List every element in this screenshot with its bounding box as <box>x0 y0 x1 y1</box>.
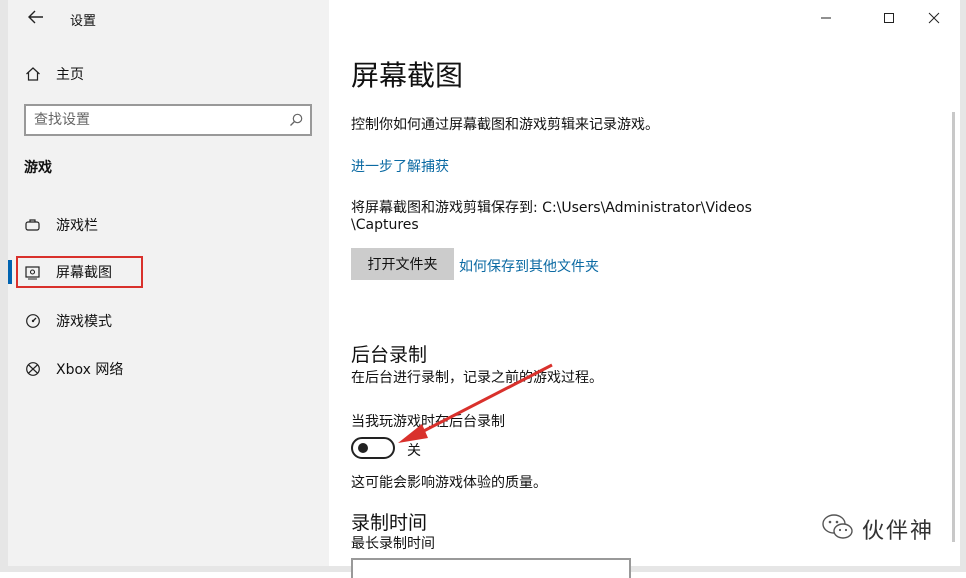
sidebar-item-game-bar[interactable]: 游戏栏 <box>8 205 329 245</box>
sidebar: 设置 主页 游戏 游戏栏 屏幕截图 游戏模式 Xb <box>8 0 329 566</box>
app-title: 设置 <box>70 14 97 29</box>
search-input[interactable] <box>34 110 274 130</box>
page-description: 控制你如何通过屏幕截图和游戏剪辑来记录游戏。 <box>351 117 659 133</box>
sidebar-item-home[interactable]: 主页 <box>8 54 329 94</box>
toggle-state-label: 关 <box>407 443 421 459</box>
sidebar-item-label: 主页 <box>56 67 84 83</box>
background-recording-toggle-caption: 当我玩游戏时在后台录制 <box>351 414 505 430</box>
close-icon[interactable] <box>911 4 957 32</box>
record-time-heading: 录制时间 <box>351 512 428 534</box>
sidebar-item-game-mode[interactable]: 游戏模式 <box>8 301 329 341</box>
sidebar-item-label: Xbox 网络 <box>56 362 124 378</box>
scrollbar[interactable] <box>952 112 955 542</box>
xbox-icon <box>24 360 42 378</box>
highlight-box <box>16 256 143 288</box>
search-icon[interactable] <box>288 112 304 128</box>
page-title: 屏幕截图 <box>351 59 464 92</box>
game-bar-icon <box>24 216 42 234</box>
background-recording-description: 在后台进行录制，记录之前的游戏过程。 <box>351 370 603 386</box>
sidebar-item-label: 游戏模式 <box>56 314 112 330</box>
learn-more-link[interactable]: 进一步了解捕获 <box>351 156 449 176</box>
sidebar-item-label: 游戏栏 <box>56 218 98 234</box>
main-content: 屏幕截图 控制你如何通过屏幕截图和游戏剪辑来记录游戏。 进一步了解捕获 将屏幕截… <box>329 0 960 578</box>
maximize-icon[interactable] <box>866 4 912 32</box>
quality-note: 这可能会影响游戏体验的质量。 <box>351 475 547 491</box>
watermark: 伙伴神 <box>820 512 934 546</box>
search-box[interactable] <box>24 104 312 136</box>
save-path-line1: 将屏幕截图和游戏剪辑保存到: C:\Users\Administrator\Vi… <box>351 200 752 216</box>
home-icon <box>24 65 42 83</box>
save-path-line2: \Captures <box>351 217 419 233</box>
wechat-icon <box>820 512 856 546</box>
watermark-text: 伙伴神 <box>862 519 935 544</box>
max-record-time-dropdown[interactable] <box>351 558 631 578</box>
background-recording-toggle[interactable] <box>351 437 395 459</box>
save-elsewhere-link[interactable]: 如何保存到其他文件夹 <box>459 256 599 276</box>
sidebar-item-xbox[interactable]: Xbox 网络 <box>8 349 329 389</box>
sidebar-section-title: 游戏 <box>24 160 52 176</box>
minimize-icon[interactable] <box>803 4 849 32</box>
open-folder-button[interactable]: 打开文件夹 <box>351 248 454 280</box>
back-arrow-icon[interactable] <box>24 6 48 28</box>
background-recording-heading: 后台录制 <box>351 344 428 366</box>
max-record-time-label: 最长录制时间 <box>351 536 435 552</box>
game-mode-icon <box>24 312 42 330</box>
toggle-knob <box>358 443 368 453</box>
